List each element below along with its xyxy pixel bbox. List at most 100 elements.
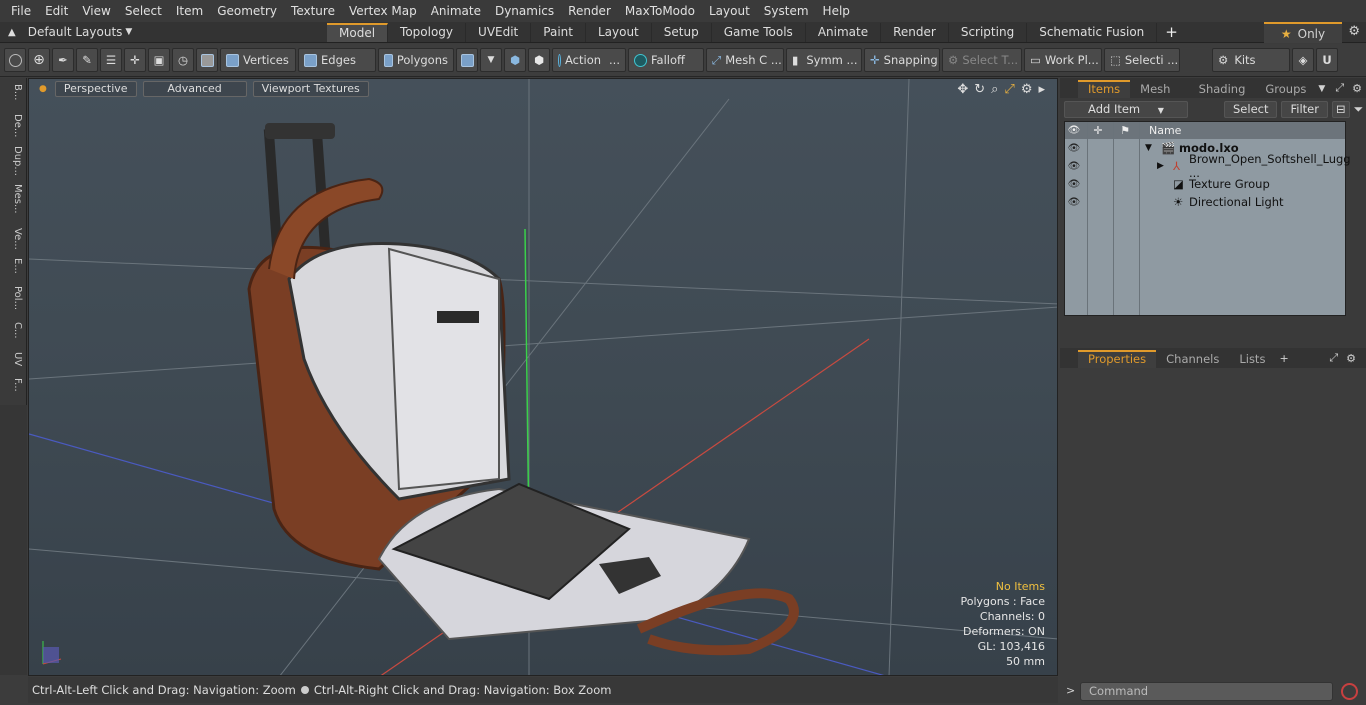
collapse-icon[interactable]: ⊟	[1331, 100, 1350, 118]
globe-button[interactable]: ⊕	[28, 48, 50, 72]
tab-uvedit[interactable]: UVEdit	[466, 22, 532, 42]
select-circle-button[interactable]	[4, 48, 26, 72]
name-column-header[interactable]: Name	[1137, 124, 1181, 137]
tab-channels[interactable]: Channels	[1156, 350, 1229, 368]
advanced-button[interactable]: Advanced	[142, 81, 247, 97]
left-tab-basic[interactable]: B...	[3, 84, 23, 100]
menu-maxtomodo[interactable]: MaxToModo	[618, 4, 702, 18]
zoom-view-icon[interactable]: ⌕	[991, 82, 998, 97]
tab-schematic-fusion[interactable]: Schematic Fusion	[1027, 22, 1158, 42]
tab-model[interactable]: Model	[327, 22, 389, 42]
expand-panel-icon[interactable]: ⤢	[1335, 81, 1344, 95]
eye-icon[interactable]: 👁	[1065, 179, 1083, 190]
tab-setup[interactable]: Setup	[652, 22, 712, 42]
select-button[interactable]: Select	[1224, 100, 1278, 118]
snapping-button[interactable]: ✛ Snapping	[864, 48, 940, 72]
command-input[interactable]: Command	[1080, 682, 1333, 701]
left-tab-vertex[interactable]: Ve...	[3, 228, 23, 250]
brush-button[interactable]: ✎	[76, 48, 98, 72]
panel-gear-icon[interactable]: ⚙	[1352, 82, 1362, 95]
expand-panel-icon[interactable]: ⤢	[1329, 351, 1338, 365]
funnel-icon[interactable]: ⏷	[1354, 102, 1364, 117]
pen-button[interactable]: ✒	[52, 48, 74, 72]
tab-topology[interactable]: Topology	[388, 22, 467, 42]
filter-button[interactable]: Filter	[1281, 100, 1328, 118]
selection-sets-button[interactable]: ⬚ Selecti ...	[1104, 48, 1180, 72]
center-button[interactable]: ▣	[148, 48, 170, 72]
rotate-view-icon[interactable]: ↻	[974, 82, 985, 97]
kits-button[interactable]: ⚙ Kits	[1212, 48, 1290, 72]
left-tab-fusion[interactable]: F...	[3, 378, 23, 392]
work-plane-button[interactable]: ▭ Work Pl...	[1024, 48, 1102, 72]
mesh-constraint-button[interactable]: ⤢ Mesh C ...	[706, 48, 784, 72]
eye-icon[interactable]: 👁	[1065, 197, 1083, 208]
luggage-model[interactable]	[247, 123, 799, 656]
unity-button[interactable]: ◈	[1292, 48, 1314, 72]
left-tab-deform[interactable]: De...	[3, 114, 23, 137]
menu-file[interactable]: File	[4, 4, 38, 18]
material-button[interactable]	[456, 48, 478, 72]
viewport-textures-button[interactable]: Viewport Textures	[252, 81, 369, 97]
rotate-button[interactable]: ◷	[172, 48, 194, 72]
chevron-down-icon[interactable]: ▼	[1318, 84, 1325, 94]
vertices-button[interactable]: Vertices	[220, 48, 296, 72]
falloff-button[interactable]: Falloff	[628, 48, 704, 72]
menu-layout[interactable]: Layout	[702, 4, 757, 18]
menu-texture[interactable]: Texture	[284, 4, 342, 18]
left-tab-mesh-edit[interactable]: Mes...	[3, 184, 23, 214]
symmetry-button[interactable]: ▮ Symm ...	[786, 48, 862, 72]
3d-viewport[interactable]: ● Perspective Advanced Viewport Textures…	[28, 78, 1058, 676]
list-item[interactable]: 👁 ▶ ⅄ Brown_Open_Softshell_Lugg ...	[1065, 152, 1351, 180]
list-item[interactable]: 👁 ◪ Texture Group	[1065, 175, 1345, 193]
unreal-button[interactable]: U	[1316, 48, 1338, 72]
action-center-button[interactable]: Action...	[552, 48, 626, 72]
maximize-icon[interactable]: ⤢	[1004, 82, 1014, 97]
menu-vertex-map[interactable]: Vertex Map	[342, 4, 424, 18]
menu-dynamics[interactable]: Dynamics	[488, 4, 561, 18]
tab-items[interactable]: Items	[1078, 80, 1131, 98]
select-through-button[interactable]: ⚙ Select T...	[942, 48, 1022, 72]
item-mode-button[interactable]	[196, 48, 218, 72]
menu-system[interactable]: System	[757, 4, 816, 18]
left-tab-duplicate[interactable]: Dup...	[3, 146, 23, 176]
left-tab-curve[interactable]: C...	[3, 322, 23, 339]
tab-render[interactable]: Render	[881, 22, 949, 42]
expand-arrow-icon[interactable]: ▶	[1157, 161, 1164, 171]
mode-dropdown[interactable]: ▼	[480, 48, 502, 72]
tab-properties[interactable]: Properties	[1078, 350, 1157, 368]
tab-scripting[interactable]: Scripting	[949, 22, 1028, 42]
menu-item[interactable]: Item	[169, 4, 210, 18]
viewport-menu-dot-icon[interactable]: ●	[39, 84, 47, 94]
tab-lists[interactable]: Lists	[1229, 350, 1275, 368]
viewport-settings-gear-icon[interactable]: ⚙	[1021, 82, 1033, 97]
tab-animate[interactable]: Animate	[806, 22, 882, 42]
edges-button[interactable]: Edges	[298, 48, 376, 72]
list-item[interactable]: 👁 ☀ Directional Light	[1065, 193, 1345, 211]
viewport-arrow-icon[interactable]: ▸	[1038, 82, 1045, 97]
eye-icon[interactable]: 👁	[1065, 161, 1083, 172]
tab-groups[interactable]: Groups	[1255, 80, 1316, 98]
align-button[interactable]: ☰	[100, 48, 122, 72]
tab-layout[interactable]: Layout	[586, 22, 652, 42]
gear-icon[interactable]: ⚙	[1348, 24, 1360, 39]
tab-mesh[interactable]: Mesh ...	[1130, 80, 1188, 114]
tab-paint[interactable]: Paint	[531, 22, 586, 42]
command-history-icon[interactable]	[1341, 683, 1358, 700]
expand-arrow-icon[interactable]: ▼	[1145, 143, 1152, 153]
menu-view[interactable]: View	[75, 4, 117, 18]
eye-icon[interactable]: 👁	[1065, 143, 1083, 154]
menu-render[interactable]: Render	[561, 4, 618, 18]
left-tab-polygon[interactable]: Pol...	[3, 286, 23, 310]
transform-button[interactable]: ✛	[124, 48, 146, 72]
move-view-icon[interactable]: ✥	[957, 82, 968, 97]
menu-select[interactable]: Select	[118, 4, 169, 18]
only-toggle[interactable]: ★ Only	[1264, 22, 1342, 43]
panel-gear-icon[interactable]: ⚙	[1346, 352, 1356, 365]
layouts-dropdown[interactable]: ▲ Default Layouts ▼	[0, 25, 327, 39]
left-tab-edge[interactable]: E...	[3, 258, 23, 274]
menu-animate[interactable]: Animate	[424, 4, 488, 18]
shield-alt-button[interactable]: ⬢	[528, 48, 550, 72]
add-tab-button[interactable]: +	[1157, 23, 1186, 41]
menu-geometry[interactable]: Geometry	[210, 4, 284, 18]
shield-button[interactable]: ⬢	[504, 48, 526, 72]
